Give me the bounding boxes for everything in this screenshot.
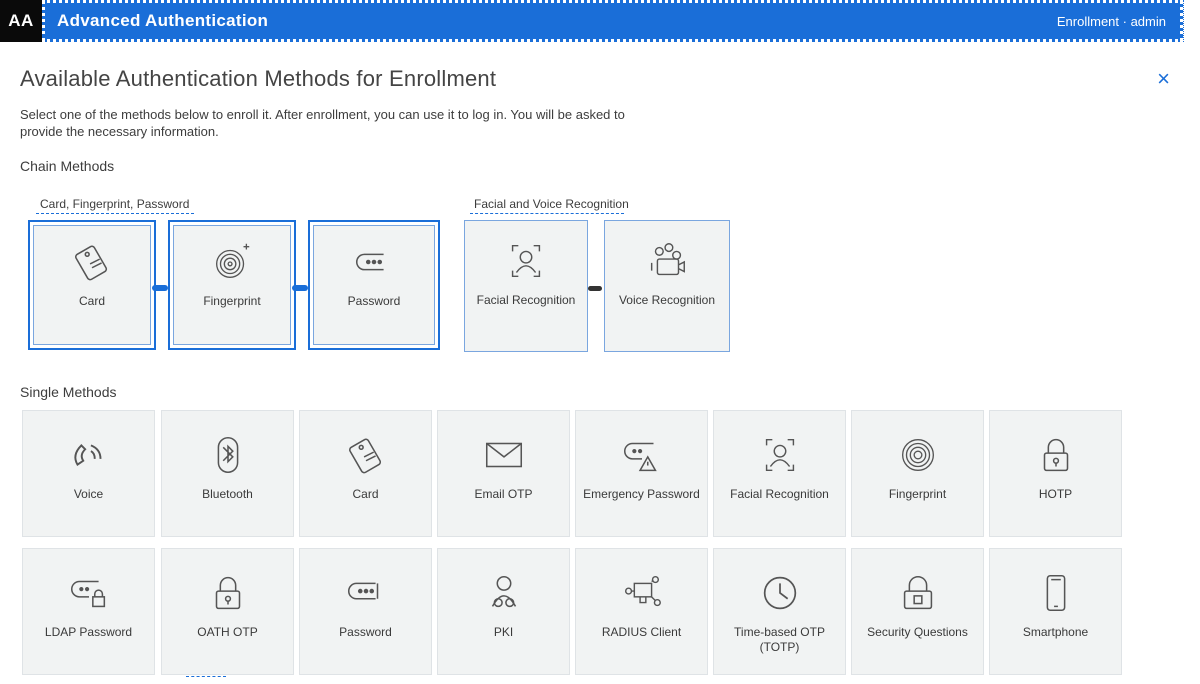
close-button[interactable]: × (1157, 66, 1170, 92)
tile-label: Password (339, 625, 392, 639)
top-bar-edge (1183, 0, 1200, 42)
fingerprint-icon (208, 238, 256, 286)
email-icon (480, 431, 528, 479)
chain-tile-password[interactable]: Password (308, 220, 440, 350)
single-tile-voice[interactable]: Voice (22, 410, 155, 537)
chain-group-line-2 (470, 213, 624, 214)
single-tile-oath-otp[interactable]: OATH OTP (161, 548, 294, 675)
single-tile-password[interactable]: Password (299, 548, 432, 675)
single-tile-smartphone[interactable]: Smartphone (989, 548, 1122, 675)
tile-label: Card (78, 294, 105, 308)
chain-group-label-1: Card, Fingerprint, Password (40, 197, 190, 211)
fingerprint-icon (894, 431, 942, 479)
single-tile-totp[interactable]: Time-based OTP (TOTP) (713, 548, 846, 675)
app-title: Advanced Authentication (57, 11, 269, 30)
card-icon (342, 431, 390, 479)
single-methods-heading: Single Methods (20, 384, 117, 400)
page-description: Select one of the methods below to enrol… (20, 107, 625, 139)
tile-label: Fingerprint (888, 487, 947, 501)
single-tile-email-otp[interactable]: Email OTP (437, 410, 570, 537)
single-tile-fingerprint[interactable]: Fingerprint (851, 410, 984, 537)
face-icon (756, 431, 804, 479)
voice-call-icon (65, 431, 113, 479)
single-tile-bluetooth[interactable]: Bluetooth (161, 410, 294, 537)
tile-label: Time-based OTP (TOTP) (734, 625, 825, 654)
lock-icon (1032, 431, 1080, 479)
single-tile-ldap-password[interactable]: LDAP Password (22, 548, 155, 675)
tile-label: OATH OTP (197, 625, 258, 639)
smartphone-icon (1032, 569, 1080, 617)
voice-icon (643, 237, 691, 285)
ldap-password-icon (65, 569, 113, 617)
tile-label: LDAP Password (44, 625, 133, 639)
facial-recognition-icon (502, 237, 550, 285)
single-tile-pki[interactable]: PKI (437, 548, 570, 675)
single-tile-emergency-password[interactable]: Emergency Password (575, 410, 708, 537)
single-tile-card[interactable]: Card (299, 410, 432, 537)
page-title: Available Authentication Methods for Enr… (20, 66, 497, 91)
bluetooth-icon (204, 431, 252, 479)
tile-label: Emergency Password (583, 487, 700, 501)
emergency-password-icon (618, 431, 666, 479)
top-bar: AA Advanced Authentication Enrollment · … (0, 0, 1200, 42)
card-icon (68, 238, 116, 286)
tile-label: Card (352, 487, 379, 501)
tile-label: Email OTP (474, 487, 533, 501)
scroll-hint (186, 676, 226, 679)
security-lock-icon (894, 569, 942, 617)
password-icon (350, 238, 398, 286)
tile-label: Fingerprint (203, 294, 261, 308)
chain-tile-card[interactable]: Card (28, 220, 156, 350)
chain-tile-fingerprint[interactable]: Fingerprint (168, 220, 296, 350)
chain-tile-voice-recognition[interactable]: Voice Recognition (604, 220, 730, 352)
app-logo: AA (0, 0, 42, 42)
single-tile-security-questions[interactable]: Security Questions (851, 548, 984, 675)
tile-label: Smartphone (1022, 625, 1089, 639)
tile-label: RADIUS Client (601, 625, 682, 639)
tile-label: Facial Recognition (476, 293, 576, 307)
chain-methods-heading: Chain Methods (20, 158, 115, 174)
tile-label: Voice Recognition (618, 293, 716, 307)
radius-client-icon (618, 569, 666, 617)
tile-label: PKI (493, 625, 514, 639)
chain-group-line-1 (36, 213, 194, 214)
user-menu-link[interactable]: Enrollment · admin (1057, 14, 1166, 29)
password-icon (342, 569, 390, 617)
chain-tile-facial-recognition[interactable]: Facial Recognition (464, 220, 588, 352)
clock-icon (756, 569, 804, 617)
chain-link-3 (588, 286, 602, 291)
title-strip: Advanced Authentication Enrollment · adm… (42, 0, 1183, 42)
chain-group-label-2: Facial and Voice Recognition (474, 197, 629, 211)
tile-label: Password (347, 294, 401, 308)
pki-user-icon (480, 569, 528, 617)
chain-link-2 (292, 285, 308, 291)
single-tile-radius-client[interactable]: RADIUS Client (575, 548, 708, 675)
tile-label: Facial Recognition (730, 487, 829, 501)
single-tile-hotp[interactable]: HOTP (989, 410, 1122, 537)
tile-label: Bluetooth (202, 487, 253, 501)
lock-icon (204, 569, 252, 617)
tile-label: HOTP (1038, 487, 1073, 501)
chain-link-1 (152, 285, 168, 291)
single-tile-facial-recognition[interactable]: Facial Recognition (713, 410, 846, 537)
tile-label: Security Questions (867, 625, 968, 639)
tile-label: Voice (73, 487, 104, 501)
